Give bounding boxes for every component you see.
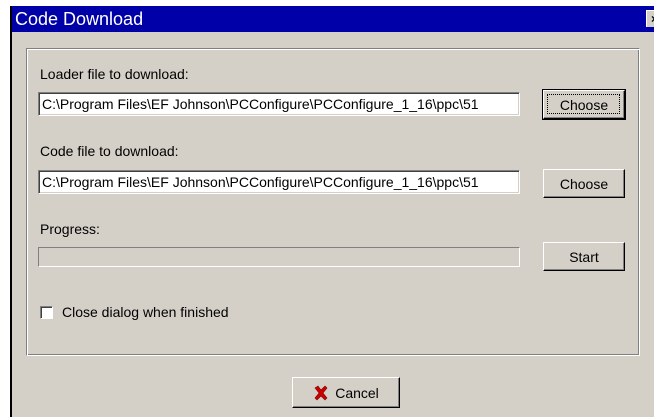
progress-bar (38, 247, 520, 267)
loader-choose-label: Choose (559, 96, 609, 113)
red-x-icon (314, 385, 328, 401)
start-label: Start (569, 248, 599, 265)
code-file-input[interactable] (38, 170, 520, 194)
cancel-button[interactable]: Cancel (292, 377, 400, 408)
code-download-dialog: Code Download × Loader file to download:… (10, 6, 654, 417)
loader-choose-button[interactable]: Choose (542, 89, 626, 120)
window-title: Code Download (15, 9, 144, 29)
code-choose-label: Choose (559, 175, 609, 192)
cancel-label: Cancel (335, 384, 379, 401)
close-icon[interactable]: × (646, 10, 654, 27)
start-button[interactable]: Start (543, 242, 625, 271)
code-file-label: Code file to download: (40, 143, 179, 159)
progress-label: Progress: (40, 221, 100, 237)
code-choose-button[interactable]: Choose (543, 169, 625, 198)
close-when-finished-label[interactable]: Close dialog when finished (62, 304, 229, 320)
title-bar[interactable]: Code Download × (12, 6, 654, 32)
close-when-finished-checkbox[interactable] (40, 306, 53, 319)
loader-file-label: Loader file to download: (40, 66, 189, 82)
loader-file-input[interactable] (38, 92, 520, 116)
